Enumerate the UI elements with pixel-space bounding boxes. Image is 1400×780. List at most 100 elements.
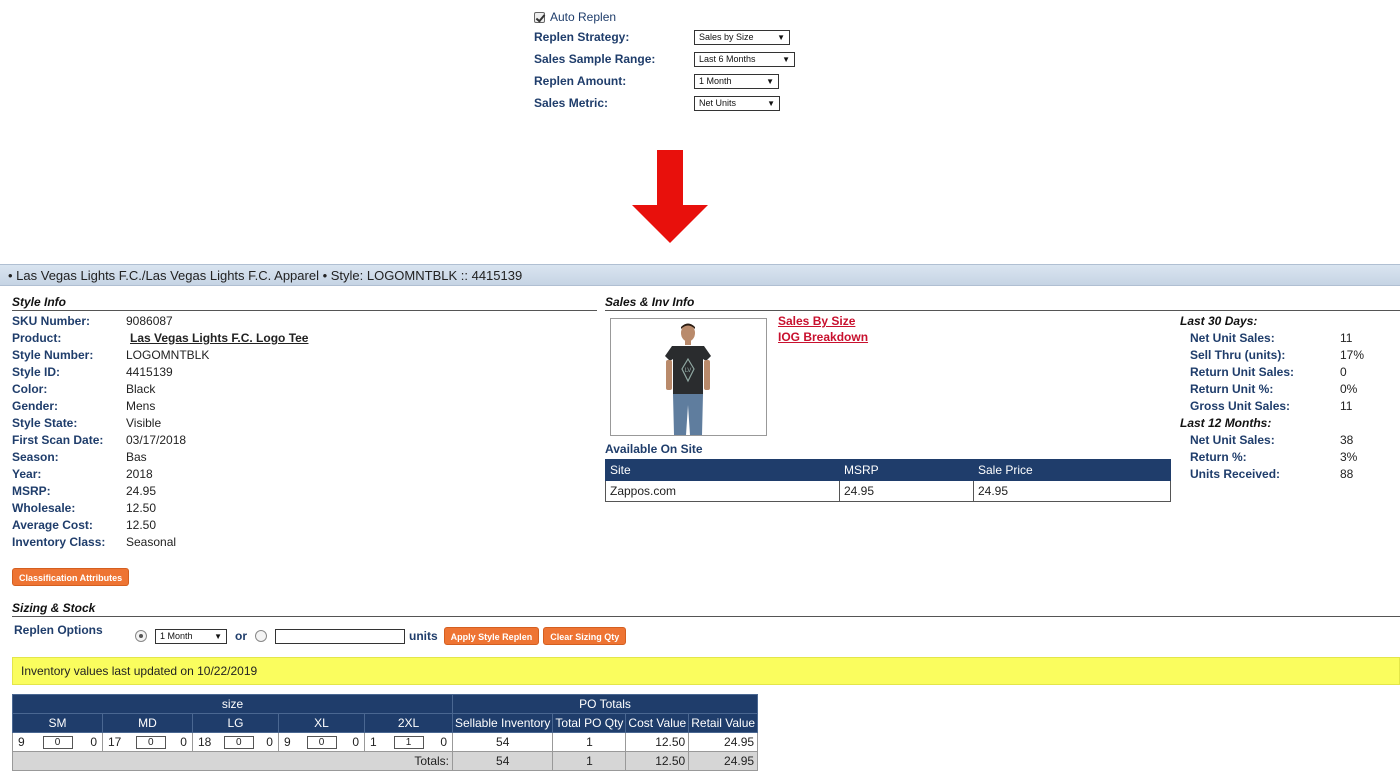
column-header: Sale Price: [973, 459, 1171, 481]
stat-label: Return Unit Sales:: [1190, 365, 1295, 379]
table-row: 900 17 0 0 18 0 0 900 110 54 1 12.50 24.95: [12, 732, 759, 752]
site-cell: Zappos.com: [605, 480, 840, 502]
last-30-days-heading: Last 30 Days:: [1180, 314, 1258, 328]
chevron-down-icon: ▼: [767, 98, 775, 108]
replen-strategy-value: Sales by Size: [699, 32, 754, 42]
stat-value: 17%: [1340, 348, 1365, 362]
svg-text:LV: LV: [685, 367, 693, 374]
style-header-bar: • Las Vegas Lights F.C./Las Vegas Lights…: [0, 264, 1400, 286]
sales-stats: Last 30 Days: Net Unit Sales: 11 Sell Thr…: [1180, 313, 1395, 483]
info-label: Wholesale:: [12, 501, 76, 515]
info-row-style-number: Style Number: LOGOMNTBLK: [12, 347, 308, 364]
size-group-header: size: [12, 694, 453, 714]
replen-amount-value: 1 Month: [699, 76, 732, 86]
stat-row: Return %: 3%: [1180, 449, 1395, 466]
replen-units-radio[interactable]: [255, 630, 267, 642]
info-label: SKU Number:: [12, 314, 91, 328]
replen-strategy-select[interactable]: Sales by Size ▼: [694, 29, 790, 45]
info-value: 12.50: [126, 501, 157, 515]
sellable-inventory-cell: 54: [451, 732, 554, 752]
po-header: Total PO Qty: [552, 713, 627, 733]
apply-style-replen-button[interactable]: Apply Style Replen: [443, 627, 540, 645]
size-qty-input[interactable]: 0: [42, 735, 73, 749]
clear-sizing-qty-button[interactable]: Clear Sizing Qty: [543, 627, 627, 645]
stat-row: Return Unit %: 0%: [1180, 381, 1395, 398]
total-po-qty-cell: 1: [552, 732, 627, 752]
sales-metric-label: Sales Metric:: [534, 96, 609, 110]
info-row-sku: SKU Number: 9086087: [12, 313, 308, 330]
replen-month-select[interactable]: 1 Month ▼: [155, 628, 227, 644]
info-row-color: Color: Black: [12, 381, 308, 398]
info-label: Inventory Class:: [12, 535, 106, 549]
info-label: MSRP:: [12, 484, 51, 498]
available-on-site-label: Available On Site: [605, 442, 703, 456]
stat-value: 3%: [1340, 450, 1358, 464]
info-value: 4415139: [126, 365, 173, 379]
stat-label: Return Unit %:: [1190, 382, 1274, 396]
total-cost-cell: 12.50: [625, 751, 690, 771]
info-label: Style ID:: [12, 365, 61, 379]
sales-sample-range-select[interactable]: Last 6 Months ▼: [694, 51, 795, 67]
info-value: Seasonal: [126, 535, 177, 549]
info-label: Season:: [12, 450, 59, 464]
style-header-title: • Las Vegas Lights F.C./Las Vegas Lights…: [8, 268, 523, 283]
info-row-style-id: Style ID: 4415139: [12, 364, 308, 381]
info-label: First Scan Date:: [12, 433, 104, 447]
sales-inv-info-title: Sales & Inv Info: [605, 295, 1400, 311]
po-qty: 0: [266, 735, 273, 749]
info-row-wholesale: Wholesale: 12.50: [12, 500, 308, 517]
size-qty-input[interactable]: 0: [223, 735, 254, 749]
iog-breakdown-link[interactable]: IOG Breakdown: [778, 329, 868, 345]
stat-label: Sell Thru (units):: [1190, 348, 1286, 362]
info-label: Style State:: [12, 416, 78, 430]
replen-month-radio[interactable]: [135, 630, 147, 642]
po-header: Cost Value: [625, 713, 690, 733]
column-header: MSRP: [839, 459, 974, 481]
info-row-gender: Gender: Mens: [12, 398, 308, 415]
msrp-cell: 24.95: [839, 480, 974, 502]
size-header: 2XL: [364, 713, 453, 733]
replen-strategy-label: Replen Strategy:: [534, 30, 630, 44]
classification-attributes-button[interactable]: Classification Attributes: [12, 568, 130, 586]
size-qty-input[interactable]: 1: [393, 735, 424, 749]
info-value: LOGOMNTBLK: [126, 348, 210, 362]
po-qty: 0: [440, 735, 447, 749]
group-header-row: size PO Totals: [12, 694, 759, 714]
product-link[interactable]: Las Vegas Lights F.C. Logo Tee: [126, 330, 308, 347]
sales-metric-select[interactable]: Net Units ▼: [694, 95, 780, 111]
info-label: Color:: [12, 382, 48, 396]
size-qty-input[interactable]: 0: [306, 735, 337, 749]
chevron-down-icon: ▼: [782, 54, 790, 64]
size-qty-input[interactable]: 0: [135, 735, 166, 749]
on-hand-qty: 9: [18, 735, 25, 749]
totals-label: Totals:: [12, 751, 453, 771]
product-image: LV: [610, 318, 767, 436]
replen-strategy-row: Replen Strategy: Sales by Size ▼: [534, 26, 834, 48]
info-row-average-cost: Average Cost: 12.50: [12, 517, 308, 534]
size-cell-2xl: 1 1 0: [364, 732, 453, 752]
sale-price-cell: 24.95: [973, 480, 1171, 502]
replen-units-input[interactable]: [275, 628, 405, 644]
sales-by-size-link[interactable]: Sales By Size: [778, 313, 868, 329]
chevron-down-icon: ▼: [214, 631, 222, 641]
stat-value: 11: [1340, 399, 1353, 413]
size-header: XL: [278, 713, 365, 733]
inventory-update-banner: Inventory values last updated on 10/22/2…: [12, 657, 1400, 685]
size-cell-sm: 9 0 0: [12, 732, 103, 752]
replen-settings-panel: Auto Replen Replen Strategy: Sales by Si…: [534, 8, 834, 114]
info-row-year: Year: 2018: [12, 466, 308, 483]
total-po-cell: 1: [552, 751, 627, 771]
info-row-msrp: MSRP: 24.95: [12, 483, 308, 500]
replen-month-value: 1 Month: [160, 631, 193, 641]
tshirt-model-icon: LV: [611, 319, 766, 435]
cost-value-cell: 12.50: [625, 732, 690, 752]
sales-links: Sales By Size IOG Breakdown: [778, 313, 868, 345]
replen-amount-select[interactable]: 1 Month ▼: [694, 73, 779, 89]
column-header: Site: [605, 459, 840, 481]
info-value: 2018: [126, 467, 153, 481]
auto-replen-checkbox[interactable]: [534, 11, 545, 23]
info-row-season: Season: Bas: [12, 449, 308, 466]
auto-replen-row[interactable]: Auto Replen: [534, 8, 834, 26]
on-hand-qty: 17: [108, 735, 122, 749]
info-label: Gender:: [12, 399, 59, 413]
